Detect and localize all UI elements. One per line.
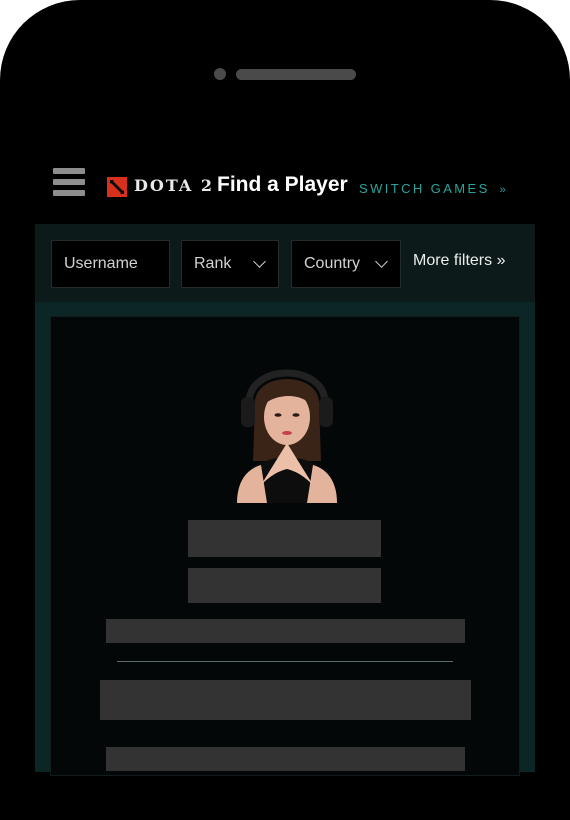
filter-bar: Username Rank Country More filters » — [35, 224, 535, 302]
switch-games-link[interactable]: SWITCH GAMES » — [359, 181, 506, 196]
country-select[interactable]: Country — [291, 240, 401, 288]
rank-label: Rank — [194, 255, 232, 272]
results-panel — [35, 302, 535, 776]
player-subtitle-placeholder — [188, 568, 381, 603]
dota-logo-icon — [107, 177, 127, 197]
app-screen: DOTA 2 Find a Player SWITCH GAMES » User… — [35, 140, 535, 776]
divider — [117, 661, 453, 662]
rank-select[interactable]: Rank — [181, 240, 279, 288]
player-card[interactable] — [50, 316, 520, 776]
more-filters-link[interactable]: More filters » — [413, 252, 505, 270]
player-name-placeholder — [188, 520, 381, 557]
double-chevron-down-icon: » — [499, 184, 506, 196]
chevron-down-icon — [375, 255, 388, 268]
hamburger-menu-icon[interactable] — [53, 168, 85, 196]
username-placeholder: Username — [64, 255, 138, 272]
switch-games-label: SWITCH GAMES — [359, 181, 490, 196]
country-label: Country — [304, 255, 361, 272]
page-title: Find a Player — [217, 173, 348, 196]
player-info-placeholder — [106, 619, 465, 643]
player-avatar — [237, 369, 337, 503]
brand-name: DOTA 2 — [134, 176, 214, 195]
player-stats-placeholder — [100, 680, 471, 720]
speaker-grille — [236, 69, 356, 80]
username-input[interactable]: Username — [51, 240, 170, 288]
phone-frame: DOTA 2 Find a Player SWITCH GAMES » User… — [0, 0, 570, 820]
chevron-down-icon — [253, 255, 266, 268]
app-header: DOTA 2 Find a Player SWITCH GAMES » — [35, 140, 535, 224]
camera-dot — [214, 68, 226, 80]
player-detail-placeholder — [106, 747, 465, 771]
